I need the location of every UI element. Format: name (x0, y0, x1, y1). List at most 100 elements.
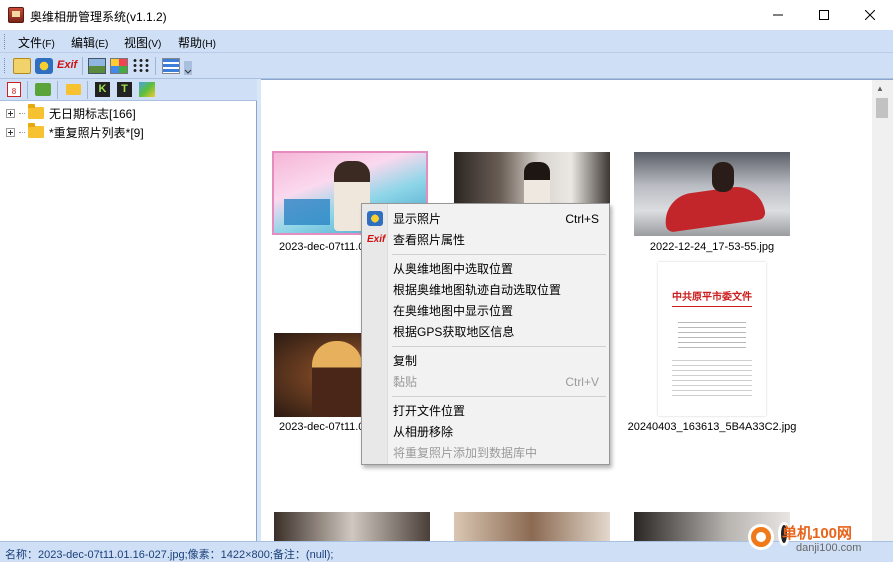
ctx-separator (392, 346, 606, 347)
ctx-show-photo[interactable]: 显示照片 Ctrl+S (393, 208, 605, 229)
menu-bar: 文件(F) 编辑(E) 视图(V) 帮助(H) (0, 30, 893, 53)
photo-detail (712, 162, 734, 192)
expand-icon[interactable] (6, 108, 15, 118)
ctx-add-duplicates-to-db: 将重复照片添加到数据库中 (393, 442, 605, 463)
ctx-paste: 黏贴 Ctrl+V (393, 371, 605, 392)
toolbar-overflow-icon[interactable] (184, 61, 192, 75)
ctx-item-shortcut: Ctrl+S (565, 211, 599, 226)
toolbar-separator (57, 81, 58, 99)
tree-connector (19, 112, 25, 114)
thumbnail-label: 2023-dec-07t11.01.16-027.jpg (279, 421, 362, 433)
ctx-separator (392, 396, 606, 397)
calendar-icon[interactable]: 8 (7, 82, 21, 97)
toolbar-separator (155, 57, 156, 75)
maximize-icon (819, 10, 829, 20)
exif-icon: Exif (367, 234, 386, 245)
tree-node-no-date[interactable]: 无日期标志[166] (6, 104, 136, 122)
watermark-brand: 单机100网 (782, 525, 853, 542)
close-button[interactable] (847, 0, 893, 30)
document-thumbnail[interactable]: 中共原平市委文件 (658, 262, 766, 416)
small-grid-icon[interactable] (132, 58, 150, 74)
photo-thumbnail[interactable] (634, 152, 790, 236)
ctx-auto-location-from-track[interactable]: 根据奥维地图轨迹自动选取位置 (393, 279, 605, 300)
ctx-item-label: 根据奥维地图轨迹自动选取位置 (393, 283, 562, 297)
exif-icon[interactable]: Exif (57, 59, 77, 71)
thumbnail-label: 20240403_163613_5B4A33C2.jpg (627, 421, 797, 433)
chevron-down-icon (184, 69, 192, 74)
thumbnail-label: 2023-dec-07t11.01.16-027.jpg (279, 241, 362, 253)
toolbar-separator (87, 81, 88, 99)
window-title: 奥维相册管理系统(v1.1.2) (30, 10, 167, 24)
watermark: 单机100网 danji100.com (748, 520, 893, 562)
ctx-photo-properties[interactable]: 查看照片属性 (393, 229, 605, 250)
ctx-pick-location-from-map[interactable]: 从奥维地图中选取位置 (393, 258, 605, 279)
ctx-copy[interactable]: 复制 (393, 350, 605, 371)
ctx-item-label: 黏贴 (393, 375, 418, 389)
menu-file-accel: (F) (42, 39, 55, 50)
minimize-icon (773, 14, 783, 16)
app-icon (8, 7, 24, 23)
list-view-icon[interactable] (162, 58, 180, 74)
show-photo-icon (367, 211, 383, 226)
main-toolbar: Exif (0, 53, 893, 79)
doc-text-lines (678, 322, 746, 348)
watermark-url: danji100.com (796, 542, 862, 554)
landscape-view-icon[interactable] (88, 58, 106, 74)
menu-view-accel: (V) (148, 39, 162, 50)
menu-view[interactable]: 视图(V) (124, 34, 161, 51)
photo-thumbnail[interactable] (274, 512, 430, 541)
menu-help-accel: (H) (202, 39, 216, 50)
minimize-button[interactable] (755, 0, 801, 30)
ctx-region-from-gps[interactable]: 根据GPS获取地区信息 (393, 321, 605, 342)
ctx-item-label: 打开文件位置 (393, 404, 466, 418)
ctx-item-label: 显示照片 (393, 212, 442, 226)
toolbar-separator (27, 81, 28, 99)
ctx-open-file-location[interactable]: 打开文件位置 (393, 400, 605, 421)
vertical-scrollbar[interactable] (872, 80, 893, 541)
doc-text-lines (672, 360, 752, 400)
toolbar-grip (4, 58, 7, 73)
ctx-separator (392, 254, 606, 255)
camera-icon[interactable] (35, 83, 51, 96)
photo-thumbnail[interactable] (454, 512, 610, 541)
expand-icon[interactable] (6, 127, 15, 137)
maximize-button[interactable] (801, 0, 847, 30)
ctx-item-label: 将重复照片添加到数据库中 (393, 446, 538, 460)
toolbar-separator (82, 57, 83, 75)
map-icon[interactable] (139, 82, 155, 97)
ctx-item-label: 复制 (393, 354, 418, 368)
menu-edit-label: 编辑 (71, 36, 96, 50)
tree-node-label: *重复照片列表*[9] (49, 125, 144, 140)
menu-edit[interactable]: 编辑(E) (71, 34, 108, 51)
tag-icon[interactable]: T (117, 82, 132, 97)
tree-connector (19, 131, 25, 133)
scroll-thumb[interactable] (876, 98, 888, 118)
menu-view-label: 视图 (124, 36, 149, 50)
ctx-item-label: 根据GPS获取地区信息 (393, 325, 515, 339)
add-album-icon[interactable] (13, 58, 31, 74)
photo-detail (284, 199, 330, 225)
menu-file-label: 文件 (18, 36, 43, 50)
menu-help-label: 帮助 (178, 36, 203, 50)
grid-view-icon[interactable] (110, 58, 128, 74)
ctx-item-shortcut: Ctrl+V (565, 374, 599, 389)
folder-icon[interactable] (66, 84, 81, 95)
left-toolbar: 8 K T (0, 79, 257, 101)
ctx-show-location-on-map[interactable]: 在奥维地图中显示位置 (393, 300, 605, 321)
photo-subject (312, 341, 362, 417)
doc-heading: 中共原平市委文件 (672, 292, 752, 303)
show-photo-icon[interactable] (35, 58, 53, 74)
doc-rule (672, 306, 752, 307)
menu-edit-accel: (E) (95, 39, 109, 50)
scroll-up-icon[interactable]: ▲ (876, 84, 884, 93)
ctx-remove-from-album[interactable]: 从相册移除 (393, 421, 605, 442)
ctx-item-label: 查看照片属性 (393, 233, 466, 247)
keyword-icon[interactable]: K (95, 82, 110, 97)
folder-icon (28, 123, 44, 138)
menu-grip (4, 34, 7, 49)
menu-file[interactable]: 文件(F) (18, 34, 55, 51)
watermark-logo-icon (748, 524, 774, 550)
status-text: 名称：2023-dec-07t11.01.16-027.jpg;像素：1422×… (5, 549, 334, 561)
tree-node-duplicates[interactable]: *重复照片列表*[9] (6, 123, 144, 141)
menu-help[interactable]: 帮助(H) (178, 34, 216, 51)
